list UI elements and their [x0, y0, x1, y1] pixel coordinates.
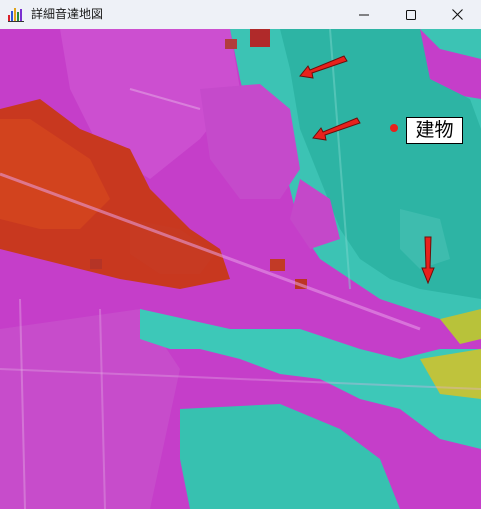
maximize-icon — [406, 9, 416, 20]
close-icon — [451, 9, 463, 20]
location-marker-dot[interactable] — [389, 123, 399, 133]
app-window: 詳細音達地図 建物 — [0, 0, 481, 509]
title-bar[interactable]: 詳細音達地図 — [0, 0, 481, 29]
marker-label: 建物 — [406, 117, 463, 144]
coverage-map[interactable]: 建物 — [0, 29, 481, 509]
direction-arrow-3 — [421, 236, 435, 284]
direction-arrow-2 — [312, 117, 361, 141]
minimize-icon — [359, 14, 369, 15]
maximize-button[interactable] — [388, 0, 434, 29]
window-title: 詳細音達地図 — [31, 7, 104, 21]
minimize-button[interactable] — [341, 0, 387, 29]
chart-app-icon — [8, 8, 24, 22]
close-button[interactable] — [434, 0, 480, 29]
coverage-overlay — [0, 29, 481, 509]
direction-arrow-1 — [299, 55, 348, 79]
